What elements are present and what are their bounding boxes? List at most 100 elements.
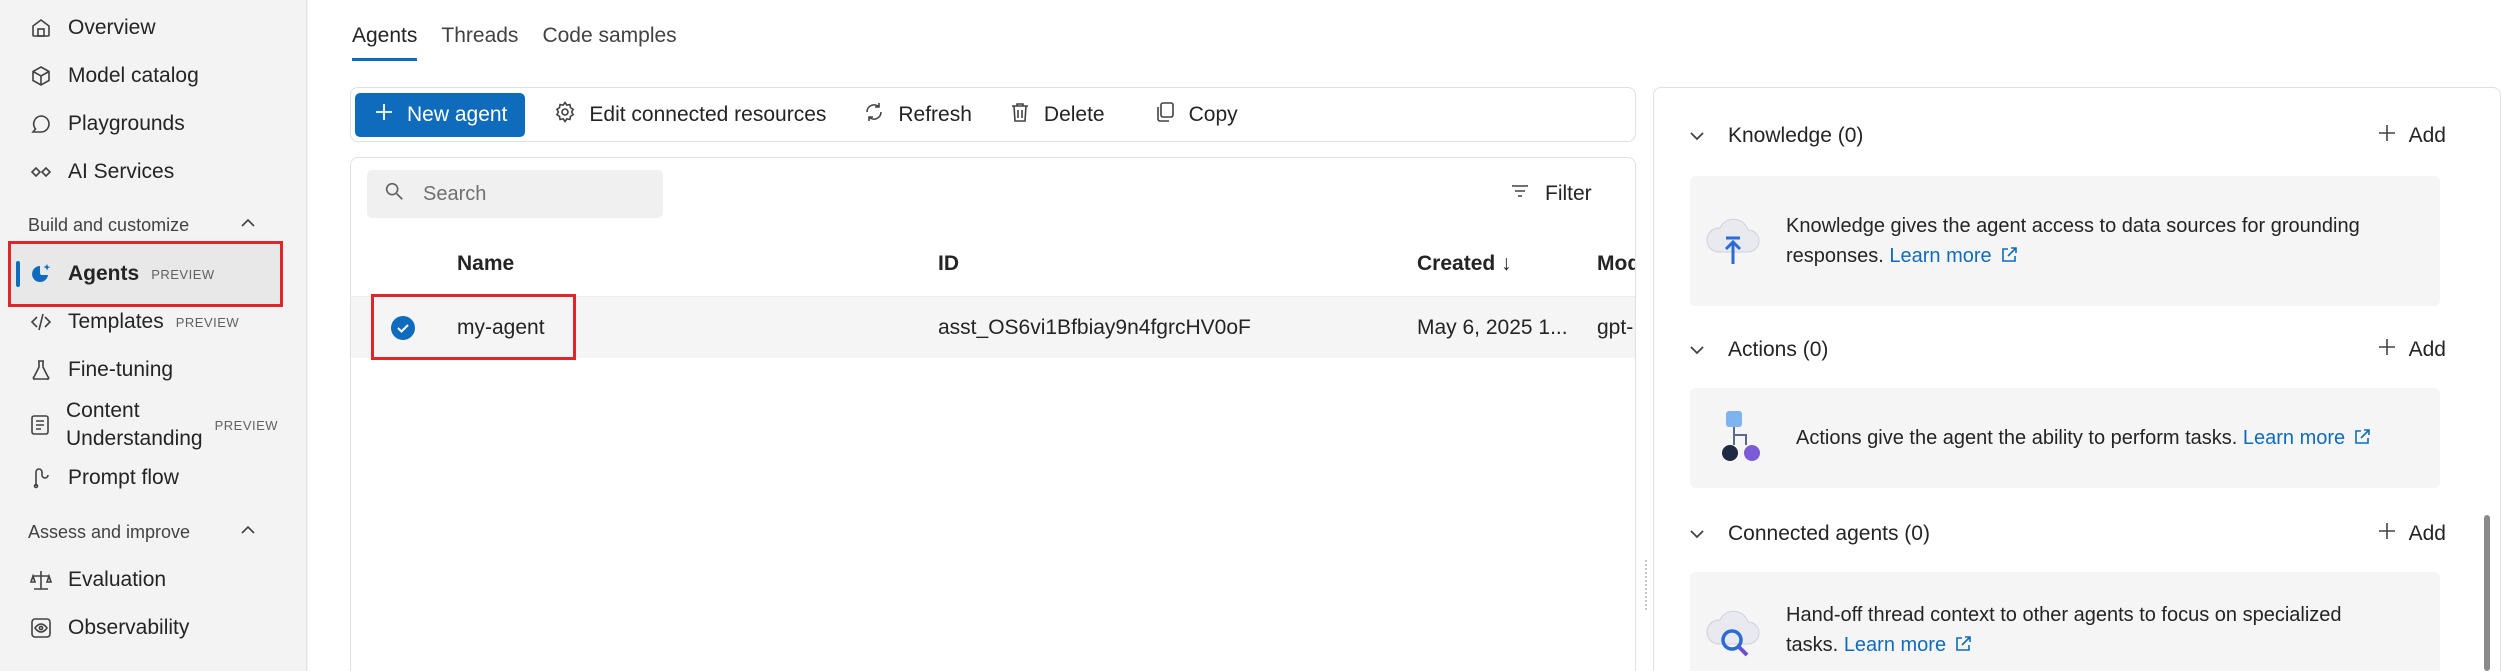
nav-evaluation-label: Evaluation <box>68 568 167 591</box>
nav-content-understanding[interactable]: Content Understanding PREVIEW <box>28 396 278 454</box>
knowledge-info-card: Knowledge gives the agent access to data… <box>1690 176 2440 306</box>
workflow-icon <box>1722 411 1760 461</box>
tab-threads[interactable]: Threads <box>441 24 518 61</box>
delete-label: Delete <box>1043 102 1105 126</box>
tab-bar: Agents Threads Code samples <box>352 24 677 61</box>
panel-splitter[interactable] <box>1645 560 1649 610</box>
scale-icon <box>28 567 54 593</box>
chat-icon <box>28 111 54 137</box>
nav-observability-label: Observability <box>68 616 190 639</box>
search-input[interactable] <box>423 182 623 206</box>
knowledge-add-button[interactable]: Add <box>2367 117 2454 155</box>
nav-ai-services[interactable]: AI Services <box>28 152 278 192</box>
nav-fine-tuning[interactable]: Fine-tuning <box>28 350 278 390</box>
copy-icon <box>1153 100 1189 130</box>
code-icon <box>28 309 54 335</box>
home-icon <box>28 15 54 41</box>
cell-created: May 6, 2025 1... <box>1417 316 1568 339</box>
tab-agents[interactable]: Agents <box>352 24 418 61</box>
link-icon <box>28 159 54 185</box>
chevron-up-icon <box>238 213 258 238</box>
templates-preview-badge: PREVIEW <box>175 314 240 330</box>
nav-templates[interactable]: Templates PREVIEW <box>28 302 278 342</box>
actions-title: Actions (0) <box>1728 338 1829 361</box>
main-content: Agents Threads Code samples New agent Ed… <box>308 0 2501 671</box>
external-link-icon <box>2355 429 2370 444</box>
edit-connected-resources-label: Edit connected resources <box>589 102 827 126</box>
refresh-icon <box>862 100 898 130</box>
flask-icon <box>28 357 54 383</box>
plus-icon <box>2375 121 2409 151</box>
row-highlight-box <box>371 294 576 360</box>
trash-icon <box>1008 100 1044 130</box>
section-assess-and-improve[interactable]: Assess and improve <box>28 517 258 547</box>
chevron-down-icon <box>1686 125 1708 147</box>
column-header-model[interactable]: Mod <box>1597 252 1635 276</box>
knowledge-text-line2: responses. <box>1786 245 1884 267</box>
gear-icon <box>553 100 589 130</box>
delete-button[interactable]: Delete <box>1000 100 1113 130</box>
agents-list-panel: Filter Name ID Created ↓ Mod my-agent as… <box>350 157 1636 671</box>
knowledge-learn-more-link[interactable]: Learn more <box>1889 245 2017 267</box>
content-preview-badge: PREVIEW <box>214 417 279 433</box>
connected-learn-more-link[interactable]: Learn more <box>1844 634 1972 656</box>
nav-content-label-line1: Content <box>66 399 140 422</box>
filter-button[interactable]: Filter <box>1509 180 1592 208</box>
connected-agents-section-header[interactable]: Connected agents (0) Add <box>1686 514 2446 554</box>
nav-prompt-flow[interactable]: Prompt flow <box>28 458 278 498</box>
table-header: Name ID Created ↓ Mod <box>351 240 1635 290</box>
agents-icon <box>28 261 54 287</box>
section-build-and-customize[interactable]: Build and customize <box>28 210 258 240</box>
nav-agents-label: Agents <box>68 262 140 285</box>
left-sidebar: Overview Model catalog Playgrounds AI Se… <box>0 0 307 671</box>
actions-learn-more-link[interactable]: Learn more <box>2243 427 2371 449</box>
knowledge-text-line1: Knowledge gives the agent access to data… <box>1786 215 2360 237</box>
knowledge-add-label: Add <box>2408 124 2446 147</box>
chevron-down-icon <box>1686 523 1708 545</box>
nav-evaluation[interactable]: Evaluation <box>28 560 278 600</box>
nav-content-label-line2: Understanding <box>66 427 203 450</box>
eye-icon <box>28 615 54 641</box>
refresh-button[interactable]: Refresh <box>854 100 980 130</box>
nav-prompt-flow-label: Prompt flow <box>68 466 179 489</box>
external-link-icon <box>2001 247 2017 262</box>
copy-button[interactable]: Copy <box>1145 100 1246 130</box>
section-build-label: Build and customize <box>28 214 190 235</box>
knowledge-section-header[interactable]: Knowledge (0) Add <box>1686 116 2446 156</box>
nav-ai-services-label: AI Services <box>68 160 175 183</box>
tab-code-samples[interactable]: Code samples <box>542 24 676 61</box>
column-header-id[interactable]: ID <box>938 252 959 276</box>
plus-icon <box>373 101 407 129</box>
details-scrollbar[interactable] <box>2484 515 2490 671</box>
nav-overview-label: Overview <box>68 16 156 39</box>
nav-fine-tuning-label: Fine-tuning <box>68 358 174 381</box>
actions-add-button[interactable]: Add <box>2367 331 2454 369</box>
active-indicator <box>16 261 20 287</box>
cell-model: gpt- <box>1597 316 1634 339</box>
knowledge-learn-more-label: Learn more <box>1889 245 1992 267</box>
nav-playgrounds[interactable]: Playgrounds <box>28 104 278 144</box>
filter-label: Filter <box>1545 182 1592 205</box>
actions-section-header[interactable]: Actions (0) Add <box>1686 330 2446 370</box>
connected-text-line1: Hand-off thread context to other agents … <box>1786 604 2342 626</box>
nav-content-understanding-label: Content Understanding <box>66 397 203 453</box>
connected-agents-add-button[interactable]: Add <box>2367 515 2454 553</box>
knowledge-title: Knowledge (0) <box>1728 124 1864 147</box>
cloud-search-icon <box>1706 610 1760 657</box>
connected-learn-more-label: Learn more <box>1843 634 1947 656</box>
column-header-created[interactable]: Created ↓ <box>1417 252 1512 276</box>
search-box[interactable] <box>367 170 663 218</box>
actions-text: Actions give the agent the ability to pe… <box>1796 427 2238 449</box>
new-agent-button[interactable]: New agent <box>355 92 526 137</box>
nav-overview[interactable]: Overview <box>28 8 278 48</box>
external-link-icon <box>1956 636 1971 651</box>
nav-agents[interactable]: Agents PREVIEW <box>28 254 278 294</box>
chevron-down-icon <box>1686 339 1708 361</box>
connected-agents-info-card: Hand-off thread context to other agents … <box>1690 572 2440 671</box>
cell-id: asst_OS6vi1Bfbiay9n4fgrcHV0oF <box>938 316 1251 339</box>
column-header-name[interactable]: Name <box>457 252 514 276</box>
nav-model-catalog[interactable]: Model catalog <box>28 56 278 96</box>
nav-observability[interactable]: Observability <box>28 608 278 648</box>
edit-connected-resources-button[interactable]: Edit connected resources <box>545 100 834 130</box>
document-icon <box>28 412 52 438</box>
